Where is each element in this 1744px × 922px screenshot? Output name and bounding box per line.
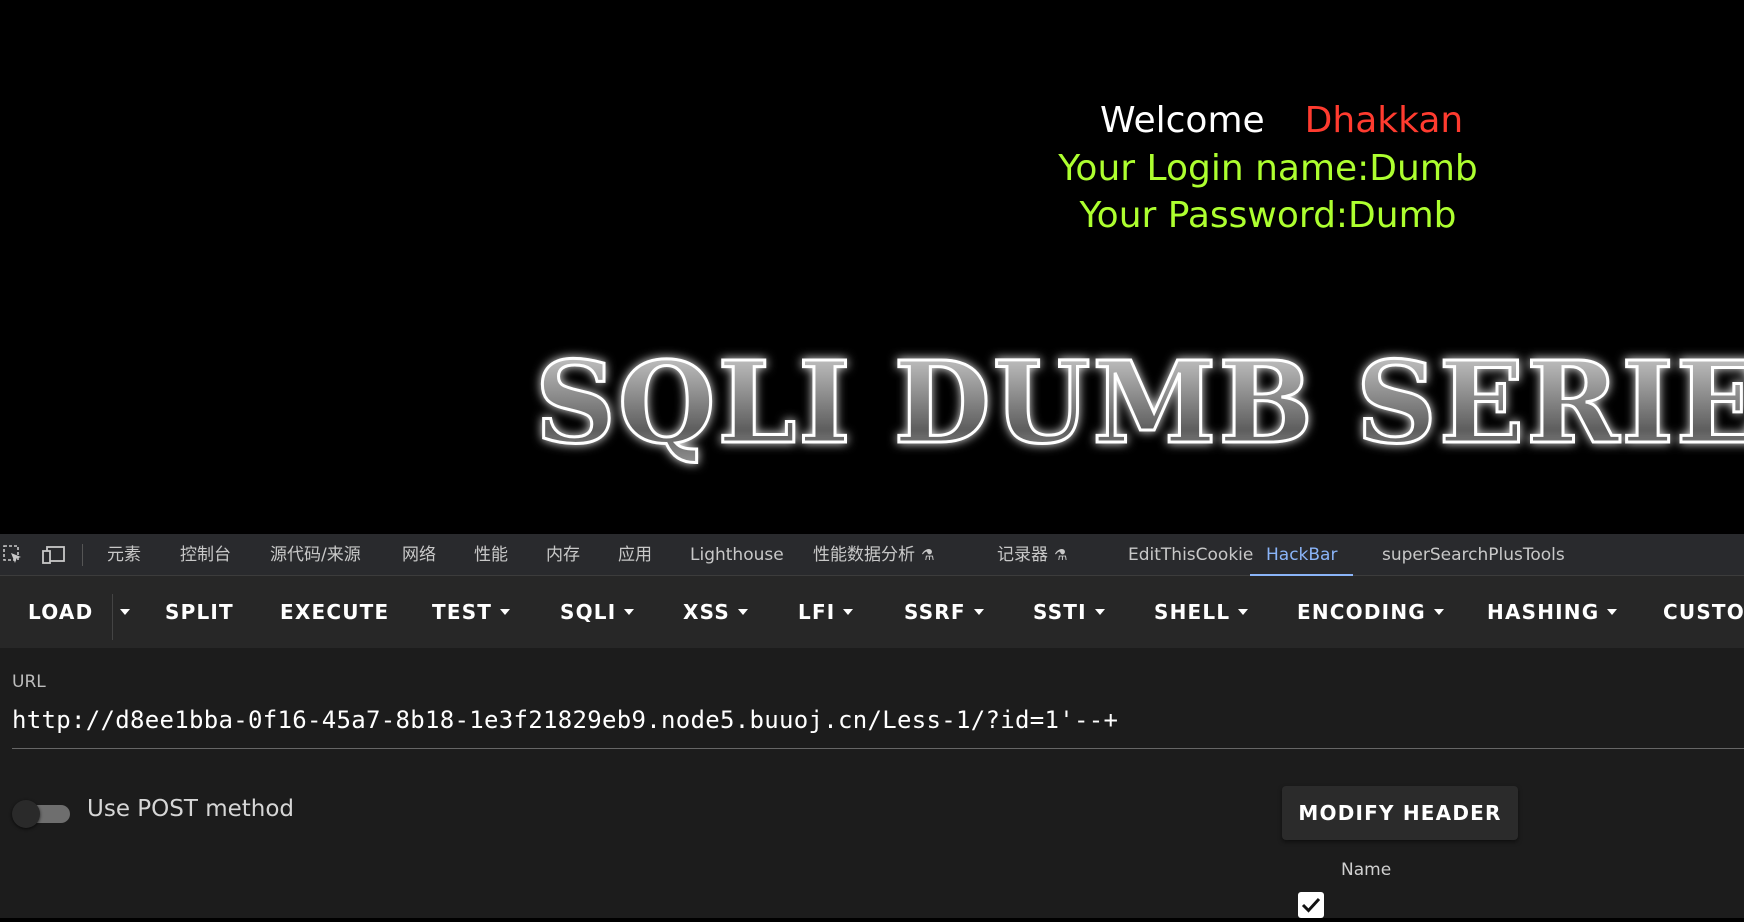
ssrf-menu-label: SSRF xyxy=(904,600,966,624)
execute-button[interactable]: EXECUTE xyxy=(280,576,389,648)
caret-down-icon xyxy=(737,608,748,615)
login-name-text: Your Login name:Dumb xyxy=(1058,148,1478,189)
tab-recorder[interactable]: 记录器 ⚗ xyxy=(997,534,1067,576)
custom-menu[interactable]: CUSTOM xyxy=(1663,576,1744,648)
xss-menu[interactable]: XSS xyxy=(683,576,748,648)
caret-down-icon xyxy=(624,608,635,615)
flask-icon: ⚗ xyxy=(921,546,935,564)
caret-down-icon xyxy=(1607,608,1618,615)
encoding-menu[interactable]: ENCODING xyxy=(1297,576,1444,648)
xss-menu-label: XSS xyxy=(683,600,730,624)
tab-supersearchplustools[interactable]: superSearchPlusTools xyxy=(1382,534,1565,576)
header-enable-checkbox[interactable] xyxy=(1298,892,1324,918)
ssti-menu-label: SSTI xyxy=(1033,600,1087,624)
lfi-menu-label: LFI xyxy=(798,600,836,624)
toggle-thumb xyxy=(12,800,40,828)
caret-down-icon xyxy=(843,608,854,615)
sqli-dumb-series-banner: SQLI DUMB SERIES xyxy=(534,330,1744,471)
tab-network[interactable]: 网络 xyxy=(402,534,436,576)
ssti-menu[interactable]: SSTI xyxy=(1033,576,1105,648)
url-input[interactable]: http://d8ee1bba-0f16-45a7-8b18-1e3f21829… xyxy=(12,706,1118,734)
tab-memory[interactable]: 内存 xyxy=(546,534,580,576)
tab-console[interactable]: 控制台 xyxy=(180,534,231,576)
caret-down-icon xyxy=(1238,608,1249,615)
web-page-content: Welcome Dhakkan Your Login name:Dumb Your… xyxy=(0,0,1744,534)
tab-editthiscookie[interactable]: EditThisCookie xyxy=(1128,534,1253,576)
tab-performance[interactable]: 性能 xyxy=(474,534,508,576)
test-menu-label: TEST xyxy=(432,600,493,624)
device-toolbar-icon[interactable] xyxy=(42,544,65,566)
load-dropdown-button[interactable] xyxy=(116,576,136,648)
caret-down-icon xyxy=(973,608,984,615)
tab-performance-insights-label: 性能数据分析 xyxy=(813,545,915,565)
password-text: Your Password:Dumb xyxy=(1079,195,1457,236)
caret-down-icon xyxy=(1433,608,1444,615)
hashing-menu[interactable]: HASHING xyxy=(1487,576,1618,648)
encoding-menu-label: ENCODING xyxy=(1297,600,1426,624)
devtools-tab-bar: 元素 控制台 源代码/来源 网络 性能 内存 应用 Lighthouse 性能数… xyxy=(0,534,1744,576)
caret-down-icon xyxy=(120,608,130,615)
ssrf-menu[interactable]: SSRF xyxy=(904,576,984,648)
lfi-menu[interactable]: LFI xyxy=(798,576,854,648)
header-name-label: Name xyxy=(1341,860,1392,880)
tab-sources[interactable]: 源代码/来源 xyxy=(270,534,361,576)
shell-menu-label: SHELL xyxy=(1154,600,1231,624)
sqli-menu[interactable]: SQLI xyxy=(560,576,635,648)
post-method-label: Use POST method xyxy=(87,796,295,822)
split-button[interactable]: SPLIT xyxy=(165,576,234,648)
test-menu[interactable]: TEST xyxy=(432,576,511,648)
tab-hackbar[interactable]: HackBar xyxy=(1250,534,1354,576)
toolbar-divider xyxy=(112,594,113,640)
hackbar-toolbar: LOAD SPLIT EXECUTE TEST SQLI XSS LFI SSR… xyxy=(0,576,1744,648)
flask-icon: ⚗ xyxy=(1054,546,1068,564)
tab-lighthouse[interactable]: Lighthouse xyxy=(690,534,784,576)
url-input-underline xyxy=(12,748,1744,749)
tab-elements[interactable]: 元素 xyxy=(107,534,141,576)
caret-down-icon xyxy=(500,608,511,615)
load-button[interactable]: LOAD xyxy=(28,576,93,648)
tab-separator xyxy=(82,544,83,566)
hashing-menu-label: HASHING xyxy=(1487,600,1600,624)
tab-performance-insights[interactable]: 性能数据分析 ⚗ xyxy=(813,534,934,576)
banner-text: SQLI DUMB SERIES xyxy=(535,338,1744,469)
inspect-element-icon[interactable] xyxy=(2,544,24,566)
url-label: URL xyxy=(12,672,46,692)
welcome-username: Dhakkan xyxy=(1304,100,1464,141)
tab-recorder-label: 记录器 xyxy=(997,545,1048,565)
sqli-menu-label: SQLI xyxy=(560,600,617,624)
welcome-text: Welcome xyxy=(1100,100,1265,141)
modify-header-button[interactable]: MODIFY HEADER xyxy=(1282,786,1518,840)
checkmark-icon xyxy=(1301,897,1321,913)
shell-menu[interactable]: SHELL xyxy=(1154,576,1249,648)
welcome-line: Welcome Dhakkan xyxy=(1100,100,1463,141)
caret-down-icon xyxy=(1094,608,1105,615)
devtools-panel: 元素 控制台 源代码/来源 网络 性能 内存 应用 Lighthouse 性能数… xyxy=(0,534,1744,918)
tab-application[interactable]: 应用 xyxy=(618,534,652,576)
post-method-toggle[interactable] xyxy=(12,797,70,831)
